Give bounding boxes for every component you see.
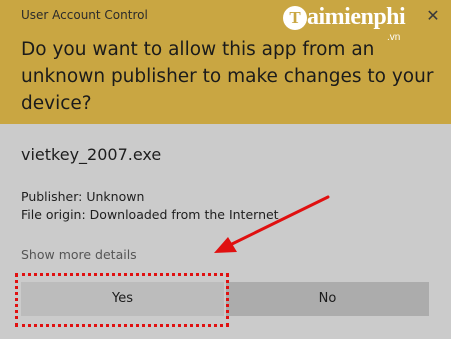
arrow-head (214, 237, 237, 253)
uac-dialog: User Account Control T aimienphi .vn ✕ D… (0, 0, 451, 339)
arrow-shaft (230, 195, 330, 246)
arrow-annotation-icon (214, 195, 330, 253)
